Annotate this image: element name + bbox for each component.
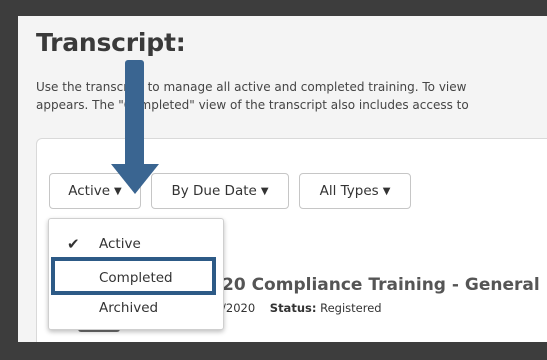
pointer-arrow-shaft xyxy=(125,60,144,168)
type-filter-dropdown[interactable]: All Types ▼ xyxy=(299,173,411,209)
sort-dropdown[interactable]: By Due Date ▼ xyxy=(151,173,289,209)
description-line-2: appears. The "Completed" view of the tra… xyxy=(36,98,469,112)
course-meta: /2020 Status: Registered xyxy=(222,301,382,315)
completed-highlight-box xyxy=(51,257,216,295)
page-description: Use the transcript to manage all active … xyxy=(36,78,547,114)
course-title[interactable]: 20 Compliance Training - General xyxy=(222,275,540,295)
caret-down-icon: ▼ xyxy=(382,185,391,197)
checkmark-icon: ✔ xyxy=(67,235,80,253)
course-date: /2020 xyxy=(222,301,256,315)
menu-item-label: Active xyxy=(99,236,141,252)
status-label: Status: xyxy=(269,301,317,315)
pointer-arrow-head-icon xyxy=(111,164,159,194)
menu-item-archived[interactable]: Archived xyxy=(49,293,223,323)
status-value: Registered xyxy=(320,301,382,315)
description-line-1: Use the transcript to manage all active … xyxy=(36,80,467,94)
menu-item-active[interactable]: ✔ Active xyxy=(49,229,223,259)
page-title: Transcript: xyxy=(36,28,186,57)
status-filter-label: Active xyxy=(68,183,111,199)
sort-label: By Due Date xyxy=(171,183,257,199)
menu-item-label: Archived xyxy=(99,300,159,316)
type-filter-label: All Types xyxy=(319,183,379,199)
caret-down-icon: ▼ xyxy=(260,185,269,197)
